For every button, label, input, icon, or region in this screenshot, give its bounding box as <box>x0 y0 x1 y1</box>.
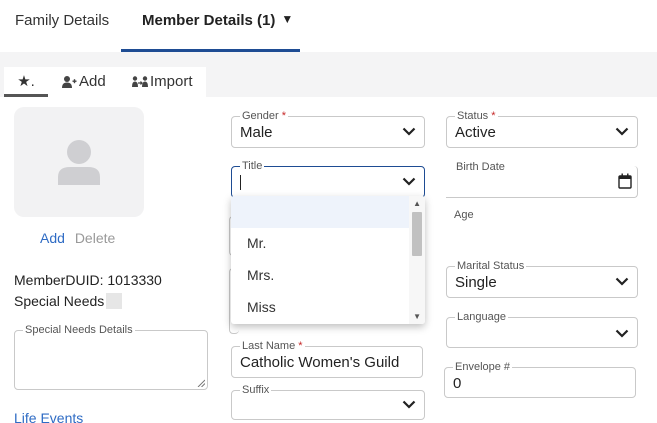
special-needs-details-label: Special Needs Details <box>23 324 135 336</box>
title-dropdown-menu: Mr. Mrs. Miss ▲ ▼ <box>231 196 425 324</box>
last-name-value: Catholic Women's Guild <box>240 354 400 371</box>
chevron-down-icon <box>615 277 629 286</box>
suffix-label: Suffix <box>240 384 272 396</box>
add-photo-link[interactable]: Add <box>40 230 65 246</box>
tab-family-details[interactable]: Family Details <box>15 0 109 52</box>
birth-date-field[interactable]: Birth Date <box>446 161 638 198</box>
status-select[interactable]: Status * Active <box>446 110 638 148</box>
last-name-field[interactable]: Last Name * Catholic Women's Guild <box>231 340 423 378</box>
tab-member-details[interactable]: Member Details (1) ▼ <box>121 0 300 52</box>
member-photo[interactable] <box>14 107 144 217</box>
chevron-down-icon <box>402 400 416 409</box>
member-duid: MemberDUID: 1013330 <box>14 272 162 288</box>
scroll-down-icon[interactable]: ▼ <box>413 312 421 321</box>
title-option-mrs[interactable]: Mrs. <box>231 259 409 291</box>
special-needs-label: Special Needs <box>14 293 105 309</box>
envelope-number-field[interactable]: Envelope # 0 <box>444 361 636 398</box>
envelope-number-label: Envelope # <box>453 361 513 373</box>
import-tab[interactable]: Import <box>132 67 193 97</box>
text-cursor <box>240 175 241 190</box>
member-subtabs: ★. Add Import <box>4 67 206 97</box>
life-events-link[interactable]: Life Events <box>14 410 83 423</box>
chevron-down-icon <box>615 329 629 338</box>
top-tab-bar: Family Details Member Details (1) ▼ <box>0 0 657 52</box>
title-select[interactable]: Title <box>231 160 425 198</box>
scroll-up-icon[interactable]: ▲ <box>413 199 421 208</box>
title-option-miss[interactable]: Miss <box>231 291 409 323</box>
gender-value: Male <box>240 124 273 141</box>
title-label: Title <box>240 160 265 172</box>
special-needs-row: Special Needs <box>14 293 123 309</box>
gender-select[interactable]: Gender * Male <box>231 110 425 148</box>
age-label: Age <box>454 209 474 221</box>
last-name-label: Last Name * <box>240 340 305 352</box>
marital-status-label: Marital Status <box>455 260 527 272</box>
favorites-tab[interactable]: ★. <box>4 67 48 97</box>
scrollbar-thumb[interactable] <box>412 212 422 256</box>
special-needs-checkbox[interactable] <box>106 293 123 309</box>
calendar-icon[interactable] <box>618 173 632 189</box>
chevron-down-icon <box>402 177 416 186</box>
tab-member-details-label: Member Details (1) <box>142 12 276 29</box>
marital-status-value: Single <box>455 274 497 291</box>
envelope-number-value: 0 <box>453 375 462 392</box>
marital-status-select[interactable]: Marital Status Single <box>446 260 638 298</box>
chevron-down-icon <box>402 127 416 136</box>
photo-actions: Add Delete <box>40 230 115 246</box>
special-needs-details-field[interactable]: Special Needs Details <box>14 324 208 390</box>
language-label: Language <box>455 311 508 323</box>
title-option-blank[interactable] <box>231 196 409 228</box>
chevron-down-icon <box>615 127 629 136</box>
dropdown-scrollbar[interactable]: ▲ ▼ <box>409 196 425 324</box>
add-user-icon <box>62 76 77 88</box>
title-option-mr[interactable]: Mr. <box>231 227 409 259</box>
delete-photo-link[interactable]: Delete <box>75 230 115 246</box>
person-icon <box>58 140 100 185</box>
language-select[interactable]: Language <box>446 311 638 348</box>
caret-down-icon[interactable]: ▼ <box>281 0 293 40</box>
birth-date-label: Birth Date <box>454 161 507 173</box>
import-icon <box>132 76 148 87</box>
status-value: Active <box>455 124 496 141</box>
resize-handle-icon[interactable] <box>197 379 205 387</box>
import-label: Import <box>150 73 193 90</box>
add-member-label: Add <box>79 73 106 90</box>
gender-label: Gender * <box>240 110 289 122</box>
add-member-tab[interactable]: Add <box>62 67 106 97</box>
status-label: Status * <box>455 110 498 122</box>
suffix-select[interactable]: Suffix <box>231 384 425 420</box>
